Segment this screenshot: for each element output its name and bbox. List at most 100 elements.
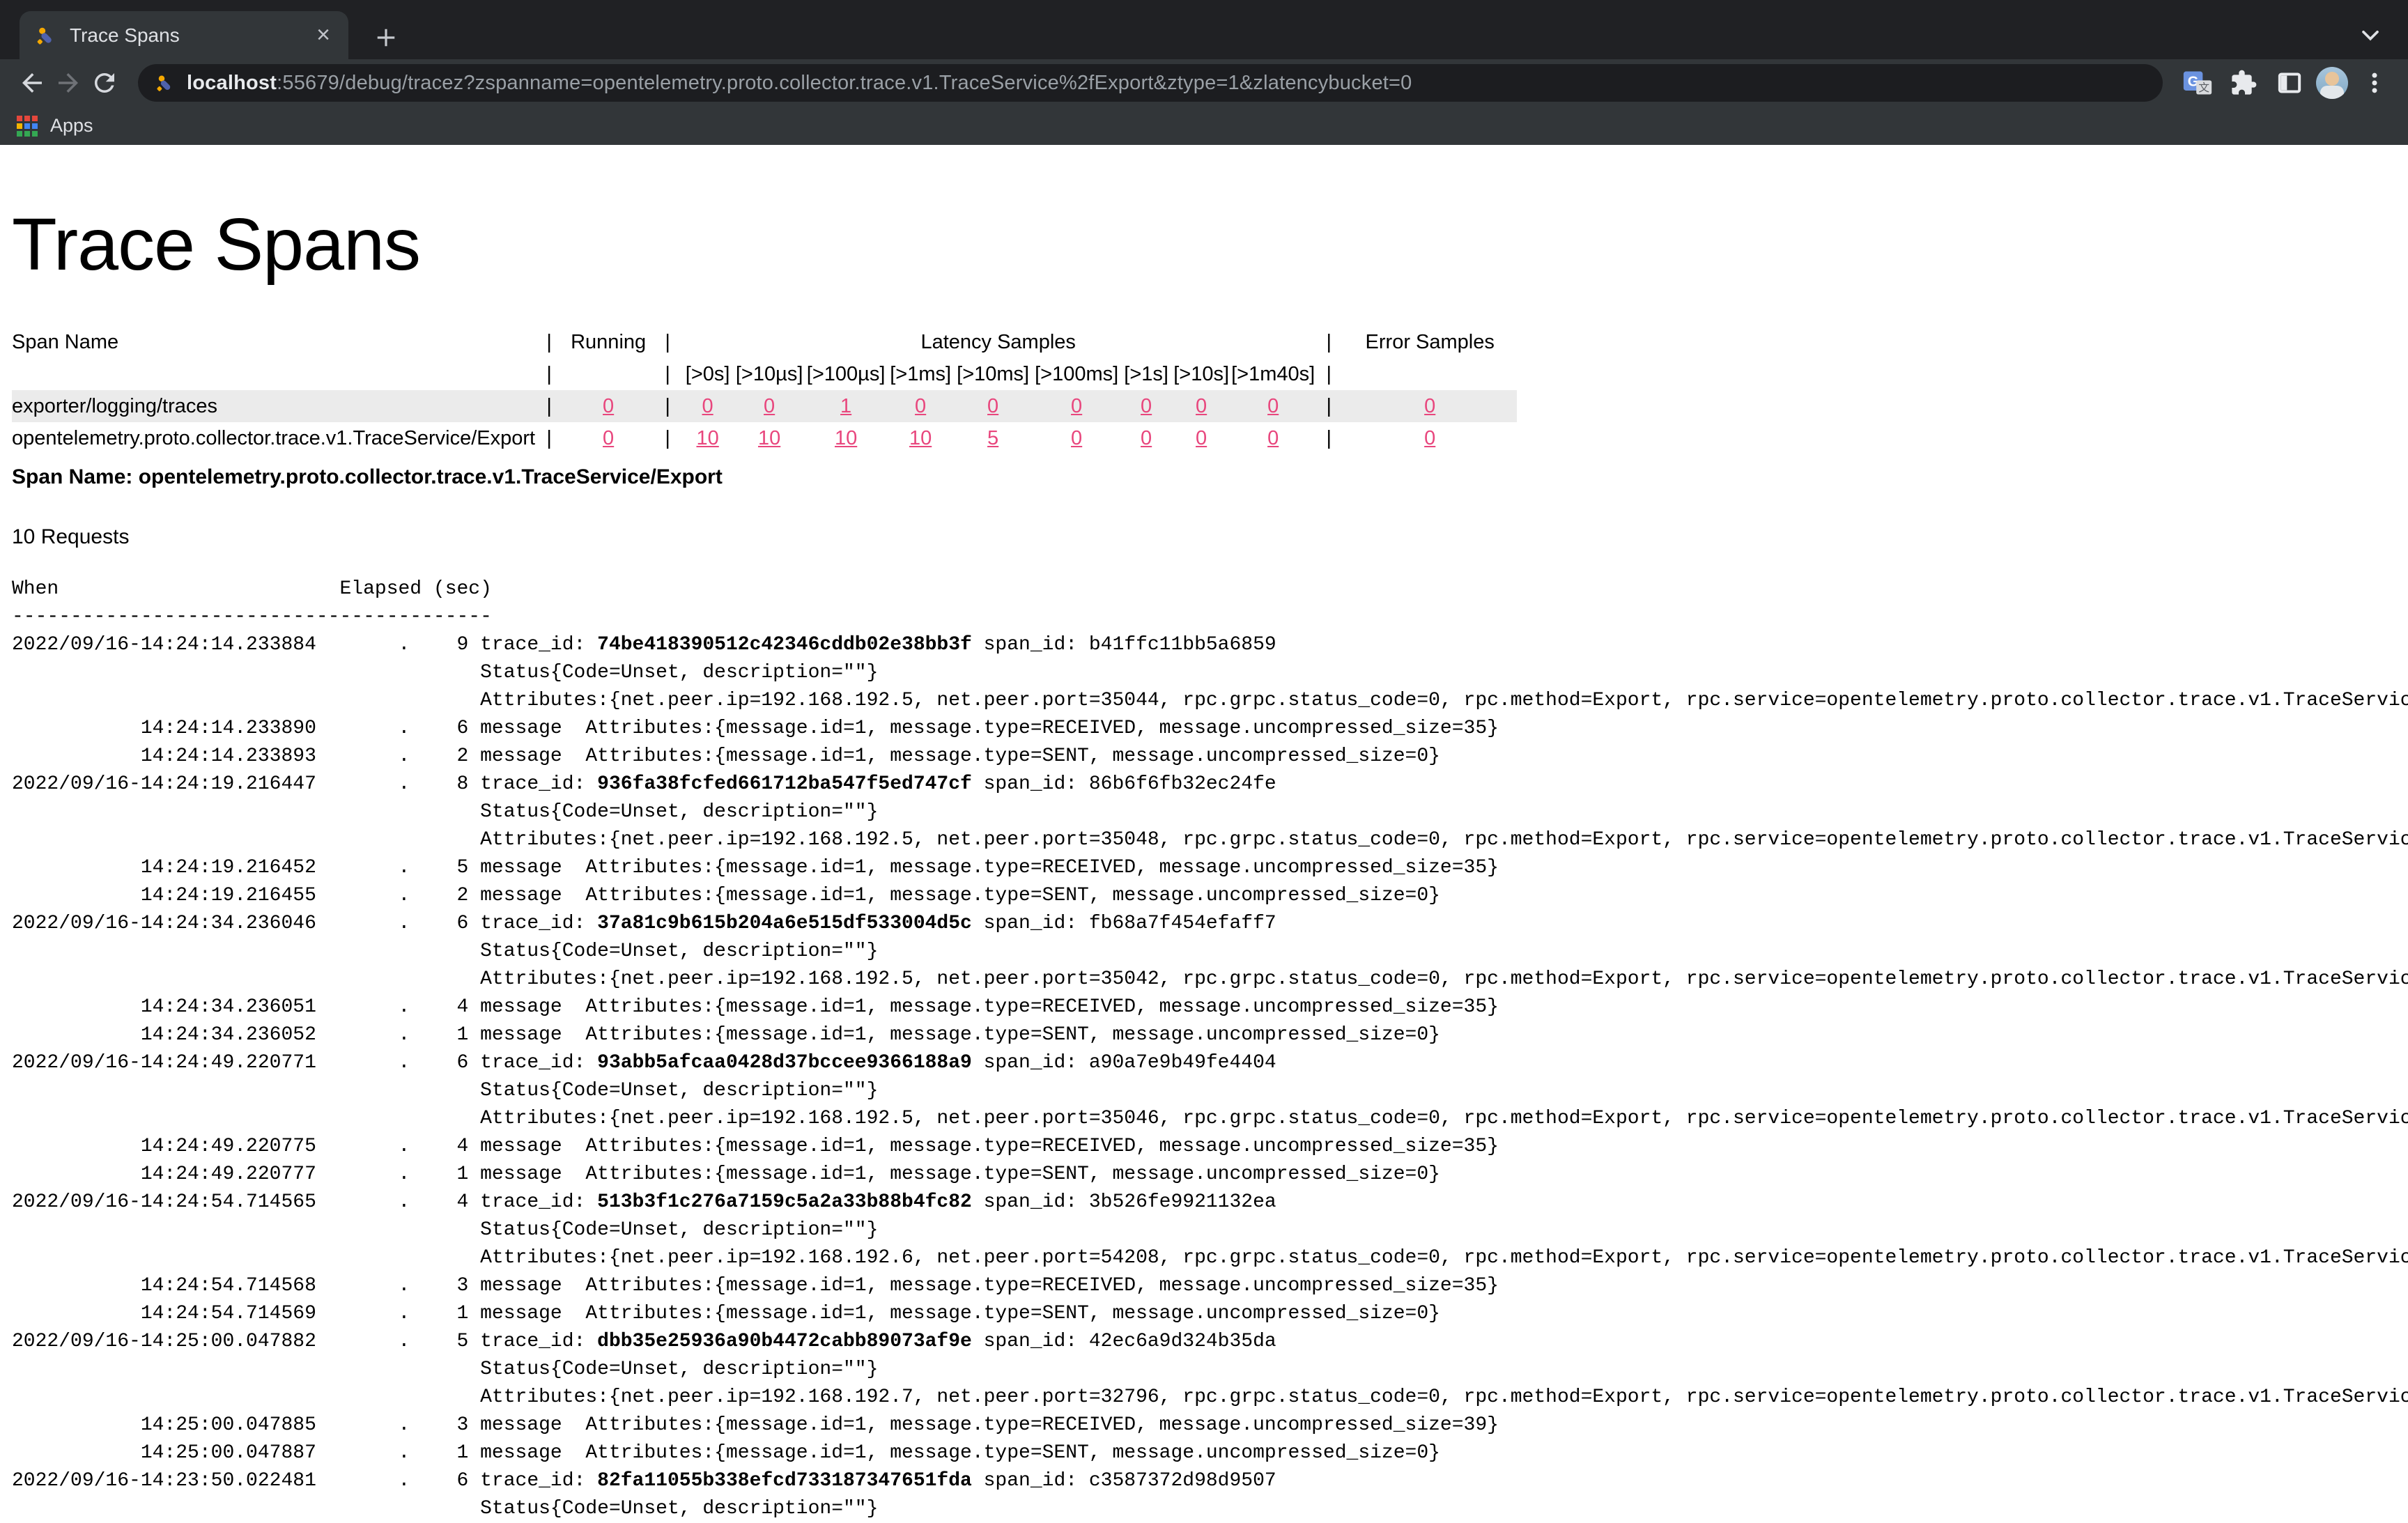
event-line-3-0: 14:24:49.220775 . 4 message Attributes:{… bbox=[12, 1133, 2408, 1161]
event-line-5-0: 14:25:00.047885 . 3 message Attributes:{… bbox=[12, 1412, 2408, 1439]
latency-bucket-3-link[interactable]: 0 bbox=[915, 395, 926, 417]
error-count-link-cell: 0 bbox=[1343, 422, 1517, 454]
event-line-4-1: 14:24:54.714569 . 1 message Attributes:{… bbox=[12, 1300, 2408, 1328]
latency-bucket-0-link-cell: 0 bbox=[681, 390, 734, 422]
new-tab-button[interactable] bbox=[371, 22, 401, 53]
back-button[interactable] bbox=[14, 65, 50, 101]
trace-line-3: 2022/09/16-14:24:49.220771 . 6 trace_id:… bbox=[12, 1049, 2408, 1077]
attributes-line-0: Attributes:{net.peer.ip=192.168.192.5, n… bbox=[12, 687, 2408, 715]
event-line-0-0: 14:24:14.233890 . 6 message Attributes:{… bbox=[12, 715, 2408, 743]
running-count-link-cell: 0 bbox=[563, 390, 654, 422]
browser-tab[interactable]: Trace Spans × bbox=[20, 11, 348, 59]
plus-icon bbox=[371, 23, 401, 52]
bucket-header-5: [>100ms] bbox=[1032, 358, 1121, 390]
event-line-2-1: 14:24:34.236052 . 1 message Attributes:{… bbox=[12, 1021, 2408, 1049]
side-panel-button[interactable] bbox=[2270, 63, 2309, 102]
trace-line-4: 2022/09/16-14:24:54.714565 . 4 trace_id:… bbox=[12, 1189, 2408, 1216]
url-text: localhost:55679/debug/tracez?zspanname=o… bbox=[187, 72, 1412, 95]
trace-id-value: 37a81c9b615b204a6e515df533004d5c bbox=[597, 913, 972, 934]
avatar[interactable] bbox=[2316, 67, 2348, 99]
event-line-1-1: 14:24:19.216455 . 2 message Attributes:{… bbox=[12, 882, 2408, 910]
trace-id-value: 82fa11055b338efcd733187347651fda bbox=[597, 1470, 972, 1492]
latency-bucket-0-link[interactable]: 10 bbox=[696, 427, 718, 449]
console-separator: ----------------------------------------… bbox=[12, 603, 2408, 631]
tab-strip: Trace Spans × bbox=[0, 0, 2408, 59]
event-line-1-0: 14:24:19.216452 . 5 message Attributes:{… bbox=[12, 854, 2408, 882]
translate-icon: G 文 bbox=[2182, 68, 2213, 98]
status-line-3: Status{Code=Unset, description=""} bbox=[12, 1077, 2408, 1105]
error-count-link[interactable]: 0 bbox=[1424, 395, 1435, 417]
latency-bucket-2-link[interactable]: 1 bbox=[840, 395, 851, 417]
latency-bucket-5-link[interactable]: 0 bbox=[1071, 427, 1082, 449]
attributes-line-1: Attributes:{net.peer.ip=192.168.192.5, n… bbox=[12, 826, 2408, 854]
browser-menu-button[interactable] bbox=[2355, 63, 2394, 102]
summary-row-0: exporter/logging/traces|0|001000000|0 bbox=[12, 390, 1517, 422]
trace-id-value: dbb35e25936a90b4472cabb89073af9e bbox=[597, 1331, 972, 1352]
pipe-separator: | bbox=[1315, 422, 1343, 454]
latency-bucket-4-link[interactable]: 5 bbox=[987, 427, 998, 449]
latency-bucket-6-link[interactable]: 0 bbox=[1141, 395, 1152, 417]
latency-bucket-3-link[interactable]: 10 bbox=[909, 427, 932, 449]
attributes-line-2: Attributes:{net.peer.ip=192.168.192.5, n… bbox=[12, 966, 2408, 994]
latency-bucket-5-link[interactable]: 0 bbox=[1071, 395, 1082, 417]
bucket-header-6: [>1s] bbox=[1121, 358, 1171, 390]
extensions-button[interactable] bbox=[2224, 63, 2263, 102]
bucket-header-7: [>10s] bbox=[1171, 358, 1231, 390]
latency-bucket-7-link[interactable]: 0 bbox=[1196, 395, 1207, 417]
pipe-separator: | bbox=[1315, 326, 1343, 358]
event-line-3-1: 14:24:49.220777 . 1 message Attributes:{… bbox=[12, 1161, 2408, 1189]
reload-button[interactable] bbox=[86, 65, 123, 101]
running-count-link[interactable]: 0 bbox=[603, 395, 614, 417]
forward-arrow-icon bbox=[54, 68, 83, 98]
translate-button[interactable]: G 文 bbox=[2178, 63, 2217, 102]
attributes-line-4: Attributes:{net.peer.ip=192.168.192.6, n… bbox=[12, 1244, 2408, 1272]
latency-bucket-8-link-cell: 0 bbox=[1231, 422, 1315, 454]
avatar-head bbox=[2325, 72, 2339, 86]
url-bar[interactable]: localhost:55679/debug/tracez?zspanname=o… bbox=[138, 64, 2163, 102]
trace-id-value: 74be418390512c42346cddb02e38bb3f bbox=[597, 634, 972, 656]
pipe-separator: | bbox=[654, 390, 681, 422]
event-line-0-1: 14:24:14.233893 . 2 message Attributes:{… bbox=[12, 743, 2408, 771]
attributes-line-3: Attributes:{net.peer.ip=192.168.192.5, n… bbox=[12, 1105, 2408, 1133]
otel-logo-icon bbox=[155, 72, 176, 93]
trace-console: When Elapsed (sec)----------------------… bbox=[12, 575, 2408, 1523]
latency-bucket-1-link[interactable]: 0 bbox=[764, 395, 775, 417]
pipe-separator: | bbox=[654, 358, 681, 390]
col-header-running: Running bbox=[563, 326, 654, 358]
latency-bucket-7-link-cell: 0 bbox=[1171, 390, 1231, 422]
span-name-value: exporter/logging/traces bbox=[12, 390, 535, 422]
requests-count: 10 Requests bbox=[12, 525, 2408, 549]
latency-bucket-7-link[interactable]: 0 bbox=[1196, 427, 1207, 449]
trace-line-2: 2022/09/16-14:24:34.236046 . 6 trace_id:… bbox=[12, 910, 2408, 938]
side-panel-icon bbox=[2276, 69, 2303, 97]
tab-search-button[interactable] bbox=[2354, 18, 2387, 52]
latency-bucket-4-link[interactable]: 0 bbox=[987, 395, 998, 417]
latency-bucket-2-link[interactable]: 10 bbox=[835, 427, 857, 449]
latency-bucket-1-link[interactable]: 10 bbox=[758, 427, 780, 449]
trace-line-5: 2022/09/16-14:25:00.047882 . 5 trace_id:… bbox=[12, 1328, 2408, 1356]
latency-bucket-8-link-cell: 0 bbox=[1231, 390, 1315, 422]
latency-bucket-6-link[interactable]: 0 bbox=[1141, 427, 1152, 449]
latency-bucket-8-link[interactable]: 0 bbox=[1267, 427, 1279, 449]
empty-cell bbox=[563, 358, 654, 390]
apps-grid-icon bbox=[17, 116, 38, 137]
bucket-header-1: [>10µs] bbox=[734, 358, 805, 390]
forward-button[interactable] bbox=[50, 65, 86, 101]
close-icon[interactable]: × bbox=[311, 23, 336, 48]
running-count-link[interactable]: 0 bbox=[603, 427, 614, 449]
latency-bucket-0-link[interactable]: 0 bbox=[702, 395, 713, 417]
error-count-link[interactable]: 0 bbox=[1424, 427, 1435, 449]
trace-line-0: 2022/09/16-14:24:14.233884 . 9 trace_id:… bbox=[12, 631, 2408, 659]
bucket-header-2: [>100µs] bbox=[805, 358, 887, 390]
otel-logo-icon bbox=[35, 24, 57, 47]
bookmark-apps[interactable]: Apps bbox=[50, 115, 93, 137]
trace-id-value: 513b3f1c276a7159c5a2a33b88b4fc82 bbox=[597, 1191, 972, 1213]
latency-bucket-8-link[interactable]: 0 bbox=[1267, 395, 1279, 417]
latency-bucket-6-link-cell: 0 bbox=[1121, 390, 1171, 422]
running-count-link-cell: 0 bbox=[563, 422, 654, 454]
col-header-error-samples: Error Samples bbox=[1343, 326, 1517, 358]
col-header-span-name: Span Name bbox=[12, 326, 535, 358]
bucket-header-8: [>1m40s] bbox=[1231, 358, 1315, 390]
latency-bucket-4-link-cell: 5 bbox=[954, 422, 1032, 454]
span-name-value: opentelemetry.proto.collector.trace.v1.T… bbox=[12, 422, 535, 454]
